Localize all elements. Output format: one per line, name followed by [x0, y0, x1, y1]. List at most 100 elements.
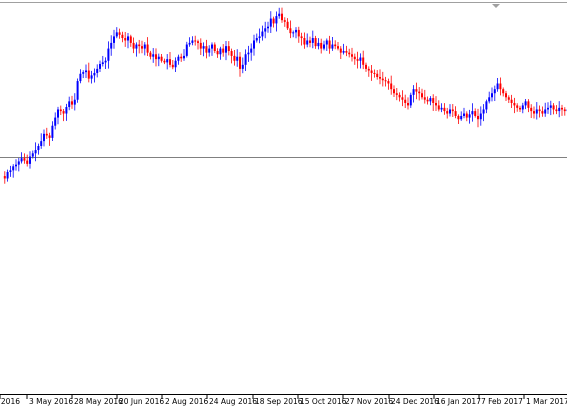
candle-down	[121, 34, 124, 39]
candle-down	[533, 111, 535, 114]
candle-up	[295, 29, 297, 33]
candle-down	[59, 109, 62, 112]
candle-down	[87, 70, 90, 79]
x-axis-ticks: Apr 2016 3 May 2016 28 May 2016 20 Jun 2…	[0, 395, 567, 406]
candle-up	[166, 59, 169, 63]
candle-down	[320, 42, 323, 49]
candle-up	[535, 109, 538, 114]
candle-down	[387, 81, 390, 84]
candle-down	[362, 57, 365, 65]
candle-down	[507, 97, 510, 100]
candle-down	[141, 46, 143, 49]
candle-down	[300, 36, 303, 39]
candle-up	[264, 28, 267, 32]
candle-up	[493, 89, 496, 94]
candle-down	[23, 158, 26, 161]
candle-down	[423, 97, 426, 100]
candle-down	[390, 83, 393, 90]
candle-up	[157, 56, 160, 60]
candle-down	[26, 160, 29, 164]
candle-down	[421, 93, 423, 98]
x-tick-label: 24 Dec 2016	[391, 397, 439, 406]
candle-down	[297, 29, 300, 37]
candle-up	[15, 164, 17, 167]
candle-down	[149, 52, 152, 57]
x-tick-label: 7 Feb 2017	[481, 397, 523, 406]
candle-up	[491, 93, 493, 98]
candle-up	[12, 166, 15, 171]
candle-down	[530, 107, 533, 112]
candle-up	[54, 117, 57, 126]
candle-up	[101, 62, 104, 65]
candle-down	[401, 97, 404, 100]
candle-up	[73, 99, 76, 105]
candle-down	[451, 109, 454, 112]
candle-up	[65, 107, 68, 114]
candle-down	[502, 89, 505, 94]
price-chart: Apr 2016 3 May 2016 28 May 2016 20 Jun 2…	[0, 0, 567, 410]
candle-down	[163, 60, 166, 63]
candle-down	[552, 105, 555, 110]
candle-up	[241, 64, 244, 69]
candle-down	[555, 109, 558, 112]
candle-down	[45, 133, 48, 136]
x-tick-label: 28 May 2016	[74, 397, 123, 406]
candle-up	[544, 109, 547, 114]
candle-up	[306, 40, 309, 45]
candle-down	[62, 111, 65, 114]
candle-down	[160, 56, 163, 61]
candle-down	[513, 102, 516, 106]
candle-up	[488, 97, 491, 102]
candle-down	[289, 28, 292, 34]
candle-down	[474, 111, 477, 116]
candle-down	[563, 109, 566, 112]
candle-up	[468, 114, 471, 118]
candle-up	[191, 40, 194, 43]
candle-down	[339, 48, 342, 53]
candle-up	[267, 26, 269, 29]
candle-up	[99, 64, 101, 69]
candle-up	[29, 156, 31, 164]
x-tick-label: 24 Aug 2016	[209, 397, 257, 406]
candle-up	[143, 44, 146, 49]
candle-up	[496, 83, 499, 90]
candle-down	[435, 102, 437, 106]
candle-up	[6, 171, 9, 179]
candle-down	[138, 44, 141, 47]
candle-down	[124, 38, 127, 41]
candle-down	[379, 77, 381, 79]
candle-up	[292, 32, 295, 34]
candle-up	[412, 89, 415, 95]
candle-up	[460, 115, 463, 120]
candle-down	[314, 38, 317, 47]
candle-down	[384, 80, 387, 82]
candle-up	[317, 42, 320, 47]
candle-down	[239, 56, 241, 69]
candle-down	[356, 59, 359, 61]
candle-down	[527, 101, 530, 108]
candle-down	[303, 38, 306, 45]
candle-up	[275, 16, 278, 24]
candle-down	[129, 36, 132, 43]
x-tick-label: Apr 2016	[0, 397, 20, 406]
candle-down	[337, 46, 339, 49]
candle-up	[202, 46, 205, 49]
candle-down	[510, 99, 513, 103]
candle-down	[3, 176, 6, 179]
candle-down	[272, 18, 275, 24]
candle-up	[255, 38, 258, 41]
candle-up	[219, 48, 222, 55]
candle-down	[437, 105, 440, 110]
candle-up	[127, 36, 129, 41]
candle-down	[395, 93, 398, 95]
candle-up	[17, 161, 20, 165]
candle-down	[348, 52, 351, 55]
candle-down	[328, 40, 331, 49]
candle-down	[334, 44, 337, 47]
candle-down	[227, 46, 230, 52]
candle-up	[261, 31, 264, 37]
x-tick-label: 15 Oct 2016	[300, 397, 347, 406]
candle-up	[20, 158, 23, 162]
candle-down	[197, 41, 199, 43]
x-tick-label: 18 Sep 2016	[255, 397, 303, 406]
